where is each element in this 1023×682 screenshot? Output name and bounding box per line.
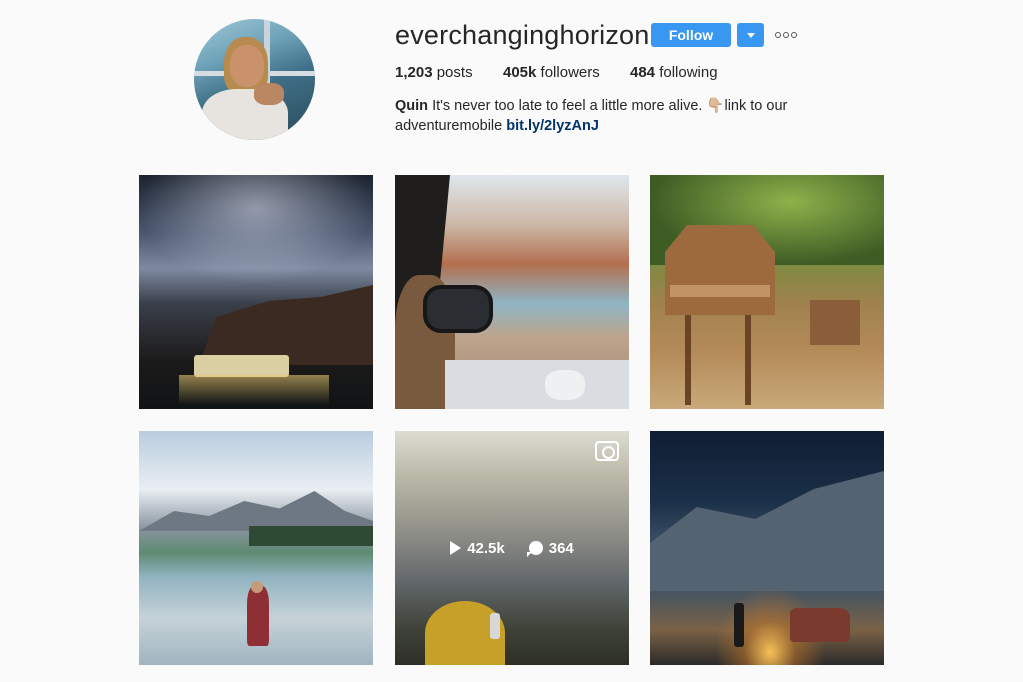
followers-count: 405k [503,64,537,81]
posts-stat: 1,203 posts [395,64,473,81]
rock-formation [650,471,884,591]
mountains [139,491,373,531]
truck [790,608,850,642]
houseboat [194,355,289,377]
avatar-face [230,45,264,87]
canyon-wall [199,285,373,365]
following-count: 484 [630,64,656,81]
more-options-icon [775,32,781,38]
car-door [445,360,629,409]
posts-count: 1,203 [395,64,433,81]
suggested-dropdown-button[interactable] [737,23,764,47]
profile-username: everchanginghorizon [395,20,650,50]
bio-name: Quin [395,98,429,114]
side-mirror [423,285,493,333]
comment-icon [526,541,543,557]
post-tile[interactable] [650,431,884,665]
posts-label: posts [436,64,473,81]
arm [545,370,585,400]
views-stat: 42.5k [450,540,505,557]
following-label: following [659,64,718,81]
post-tile[interactable] [139,431,373,665]
more-options-icon [791,32,797,38]
more-options-button[interactable] [775,29,797,41]
forest-shoreline [249,526,373,546]
video-post-tile[interactable]: 42.5k 364 [395,431,629,665]
more-options-icon [783,32,789,38]
person-head [251,581,263,593]
comments-stat: 364 [526,539,574,557]
followers-label: followers [540,64,600,81]
stilt [685,315,691,405]
person-standing [247,586,269,646]
views-count: 42.5k [467,539,505,557]
video-stats-overlay: 42.5k 364 [395,431,629,665]
chevron-down-icon [747,33,755,38]
bio-link[interactable]: bit.ly/2lyzAnJ [506,118,599,134]
post-tile[interactable] [139,175,373,409]
comments-count: 364 [548,539,574,557]
post-tile[interactable] [650,175,884,409]
followers-stat[interactable]: 405k followers [503,64,600,81]
treehouse [665,225,775,315]
follow-button[interactable]: Follow [651,23,731,47]
avatar-arm [254,83,284,105]
stilt [745,315,751,405]
profile-bio: Quin It's never too late to feel a littl… [395,96,815,136]
profile-avatar[interactable] [194,19,315,140]
play-icon [450,541,462,555]
boat-reflection [179,375,329,405]
post-tile[interactable] [395,175,629,409]
treehouse-deck [670,285,770,297]
treehouse-small [810,300,860,345]
following-stat[interactable]: 484 following [630,64,718,81]
milky-way [139,175,373,285]
person-silhouette [734,603,744,647]
